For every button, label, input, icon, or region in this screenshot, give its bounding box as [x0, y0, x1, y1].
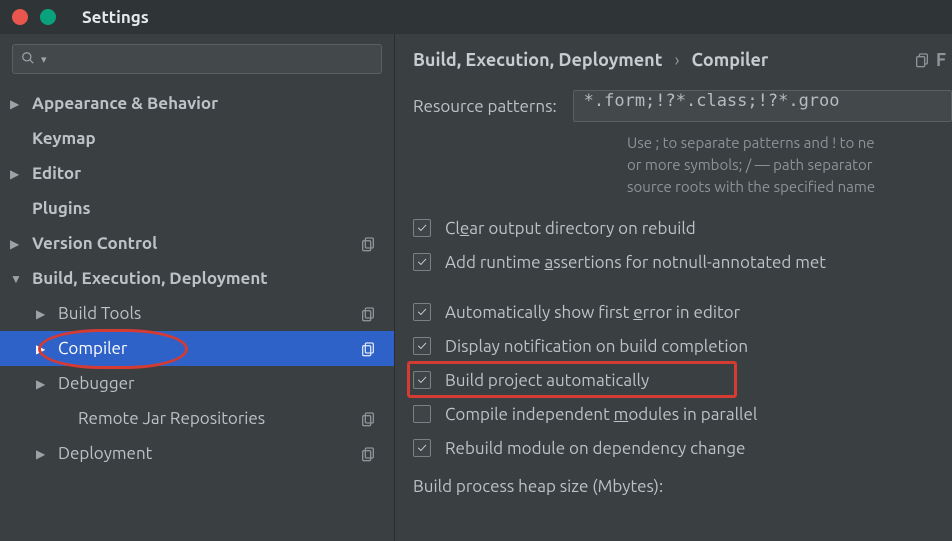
breadcrumb-root[interactable]: Build, Execution, Deployment — [413, 50, 662, 70]
sidebar-item-label: Build, Execution, Deployment — [32, 269, 268, 288]
chevron-right-icon: ▶ — [36, 447, 50, 461]
project-scope-icon — [360, 341, 376, 357]
resource-patterns-row: Resource patterns: *.form;!?*.class;!?*.… — [413, 90, 952, 122]
chevron-right-icon: ▶ — [10, 237, 24, 251]
checkbox-row: Automatically show first error in editor — [413, 295, 952, 329]
chevron-right-icon: › — [674, 50, 679, 70]
close-window-button[interactable] — [12, 9, 28, 25]
chevron-down-icon: ▾ — [41, 53, 47, 66]
search-icon — [21, 51, 35, 68]
chevron-right-icon: ▶ — [36, 342, 50, 356]
resource-patterns-hint: Use ; to separate patterns and ! to ne o… — [627, 132, 952, 197]
sidebar-item-compiler[interactable]: ▶ Compiler — [0, 331, 394, 366]
checkbox-label[interactable]: Build project automatically — [445, 371, 649, 390]
sidebar-item-debugger[interactable]: ▶ Debugger — [0, 366, 394, 401]
sidebar-item-label: Build Tools — [58, 304, 141, 323]
sidebar-item-label: Compiler — [58, 339, 127, 358]
checkbox[interactable] — [413, 405, 431, 423]
breadcrumb: Build, Execution, Deployment › Compiler … — [413, 50, 952, 70]
search-input[interactable]: ▾ — [12, 44, 382, 74]
main-panel: Build, Execution, Deployment › Compiler … — [395, 34, 952, 541]
checkbox[interactable] — [413, 371, 431, 389]
sidebar-item-label: Deployment — [58, 444, 152, 463]
sidebar-item-version-control[interactable]: ▶ Version Control — [0, 226, 394, 261]
chevron-right-icon: ▶ — [10, 167, 24, 181]
maximize-window-button[interactable] — [40, 9, 56, 25]
resource-patterns-label: Resource patterns: — [413, 97, 557, 116]
sidebar-item-remote-jar-repositories[interactable]: Remote Jar Repositories — [0, 401, 394, 436]
project-scope-icon — [360, 411, 376, 427]
sidebar-item-label: Keymap — [32, 129, 96, 148]
sidebar-item-plugins[interactable]: Plugins — [0, 191, 394, 226]
chevron-down-icon: ▼ — [10, 272, 24, 286]
checkbox-row: Compile independent modules in parallel — [413, 397, 952, 431]
settings-tree: ▶ Appearance & Behavior Keymap ▶ Editor Plugi… — [0, 82, 394, 475]
sidebar-item-appearance-behavior[interactable]: ▶ Appearance & Behavior — [0, 86, 394, 121]
checkbox[interactable] — [413, 253, 431, 271]
titlebar: Settings — [0, 0, 952, 34]
content-area: ▾ ▶ Appearance & Behavior Keymap ▶ Editor Plu… — [0, 34, 952, 541]
checkbox-row: Clear output directory on rebuild — [413, 211, 952, 245]
sidebar-item-label: Version Control — [32, 234, 157, 253]
sidebar-item-label: Debugger — [58, 374, 134, 393]
checkbox-label[interactable]: Add runtime assertions for notnull-annot… — [445, 253, 826, 272]
chevron-right-icon: ▶ — [10, 97, 24, 111]
sidebar-item-label: Editor — [32, 164, 81, 183]
checkbox[interactable] — [413, 439, 431, 457]
checkbox[interactable] — [413, 337, 431, 355]
checkbox-label[interactable]: Clear output directory on rebuild — [445, 219, 696, 238]
compiler-options: Clear output directory on rebuild Add run… — [413, 211, 952, 465]
checkbox-label[interactable]: Compile independent modules in parallel — [445, 405, 757, 424]
project-scope-icon — [360, 446, 376, 462]
sidebar-item-keymap[interactable]: Keymap — [0, 121, 394, 156]
checkbox-row: Add runtime assertions for notnull-annot… — [413, 245, 952, 279]
checkbox-row: Rebuild module on dependency change — [413, 431, 952, 465]
sidebar-item-editor[interactable]: ▶ Editor — [0, 156, 394, 191]
sidebar-item-label: Plugins — [32, 199, 91, 218]
project-scope-icon — [360, 306, 376, 322]
checkbox[interactable] — [413, 219, 431, 237]
checkbox[interactable] — [413, 303, 431, 321]
checkbox-row: Build project automatically — [413, 363, 952, 397]
checkbox-label[interactable]: Automatically show first error in editor — [445, 303, 740, 322]
heap-size-label: Build process heap size (Mbytes): — [413, 477, 952, 496]
sidebar-item-build-execution-deployment[interactable]: ▼ Build, Execution, Deployment — [0, 261, 394, 296]
window-title: Settings — [82, 8, 149, 27]
scope-selector[interactable]: F — [914, 50, 946, 70]
breadcrumb-current: Compiler — [692, 50, 769, 70]
chevron-right-icon: ▶ — [36, 307, 50, 321]
sidebar-item-deployment[interactable]: ▶ Deployment — [0, 436, 394, 471]
checkbox-label[interactable]: Display notification on build completion — [445, 337, 748, 356]
resource-patterns-input[interactable]: *.form;!?*.class;!?*.groo — [573, 90, 952, 122]
checkbox-row: Display notification on build completion — [413, 329, 952, 363]
sidebar-item-label: Remote Jar Repositories — [78, 409, 265, 428]
project-scope-icon — [360, 236, 376, 252]
sidebar-item-build-tools[interactable]: ▶ Build Tools — [0, 296, 394, 331]
checkbox-label[interactable]: Rebuild module on dependency change — [445, 439, 745, 458]
chevron-right-icon: ▶ — [36, 377, 50, 391]
settings-sidebar: ▾ ▶ Appearance & Behavior Keymap ▶ Editor Plu… — [0, 34, 395, 541]
sidebar-item-label: Appearance & Behavior — [32, 94, 218, 113]
